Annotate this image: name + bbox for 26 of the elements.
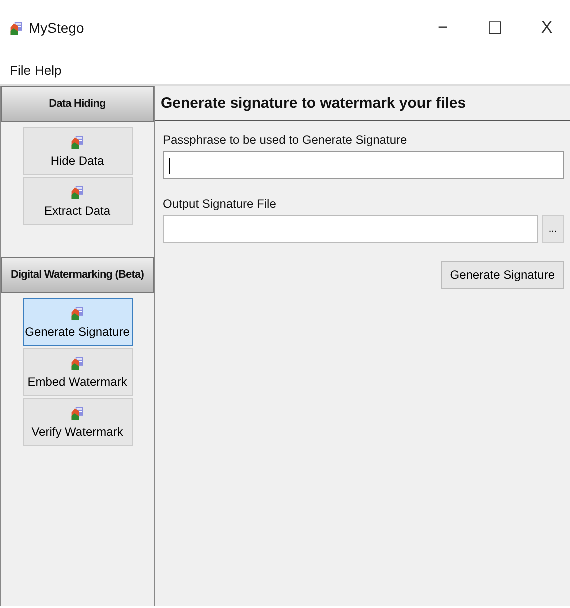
sidebar-item[interactable]: Hide Data [22,127,132,175]
field-label: Output Signature File [163,197,276,211]
field-label: Passphrase to be used to Generate Signature [163,133,408,147]
document-icon [71,306,84,320]
input-field[interactable] [163,215,538,243]
input-field[interactable] [163,151,564,179]
document-icon [71,356,84,370]
window-title: MyStego [29,20,86,36]
section-header[interactable]: Digital Watermarking (Beta) [1,257,154,293]
window-control[interactable]: ☐ [472,18,518,38]
panel-title: Generate signature to watermark your files [155,86,570,121]
generate-button[interactable]: Generate Signature [441,261,564,289]
sidebar-item[interactable]: Embed Watermark [22,348,132,396]
window-control[interactable]: X [524,18,570,38]
menu-item[interactable]: Help [34,62,62,78]
document-icon [71,184,84,200]
menu-item[interactable]: File [10,62,31,78]
window-control[interactable]: − [420,18,466,38]
sidebar-item[interactable]: Generate Signature [22,298,132,346]
sidebar-item[interactable]: Extract Data [22,177,132,225]
section-header[interactable]: Data Hiding [1,86,154,122]
sidebar-item[interactable]: Verify Watermark [22,398,132,446]
document-icon [71,406,84,420]
browse-button[interactable]: ... [542,215,564,243]
app-icon [10,20,23,36]
document-icon [71,134,84,150]
